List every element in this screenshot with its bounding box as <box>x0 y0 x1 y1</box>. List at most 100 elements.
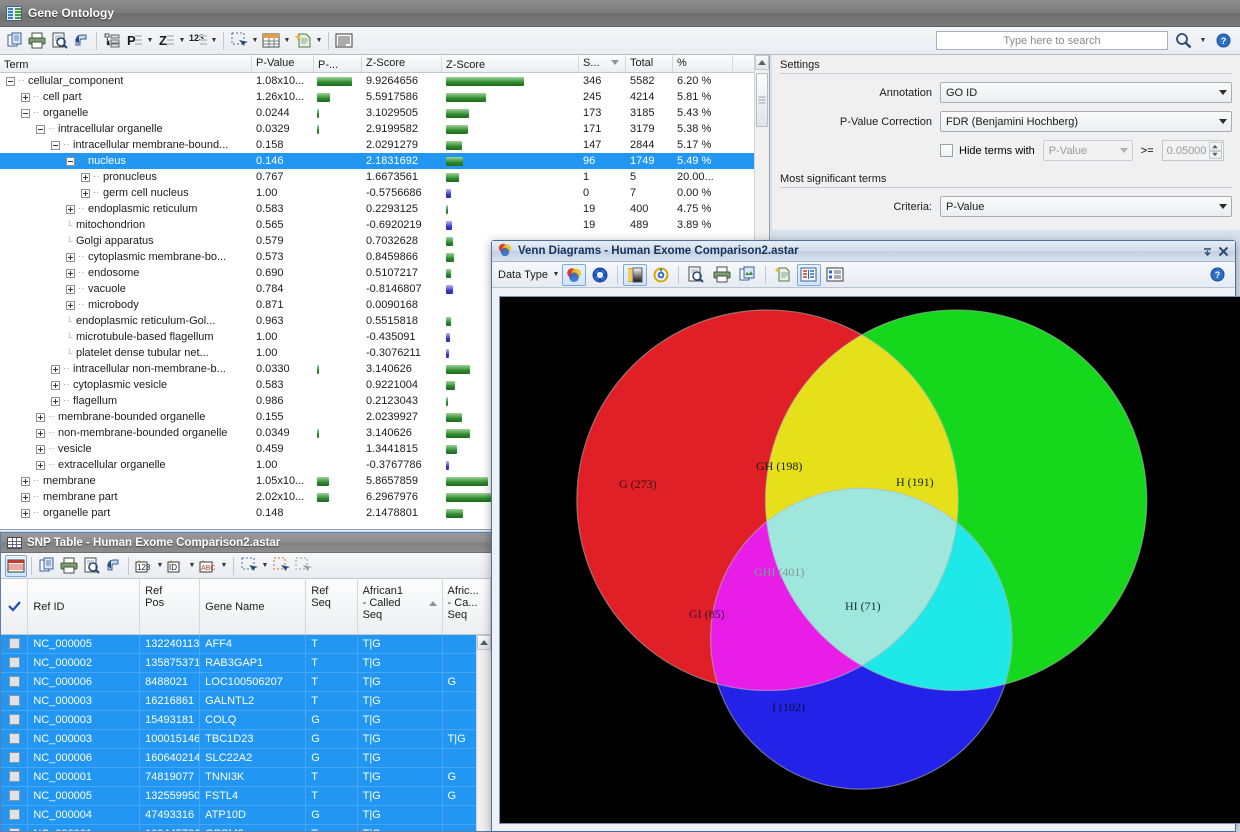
annotation-select[interactable]: GO ID <box>940 82 1232 103</box>
number-sort-icon[interactable]: 123 <box>187 30 209 52</box>
column-header-percent[interactable]: % <box>673 55 733 72</box>
column-header-gene-name[interactable]: Gene Name <box>200 579 307 634</box>
scroll-thumb[interactable] <box>756 73 768 127</box>
select-all-checkbox[interactable] <box>1 579 29 634</box>
row-checkbox[interactable] <box>1 635 29 653</box>
venn-diagram-canvas[interactable]: G (273) GH (198) H (191) GHI (401) GI (8… <box>499 296 1240 824</box>
tree-row[interactable]: ·· intracellular organelle 0.0329 2.9199582… <box>0 121 769 137</box>
tree-row-term[interactable]: ·· microbody <box>0 297 252 313</box>
expand-icon[interactable] <box>81 188 90 198</box>
undo-icon[interactable] <box>70 30 92 52</box>
snp-vertical-scrollbar[interactable] <box>476 635 491 831</box>
tree-row-term[interactable]: ·· pronucleus <box>0 169 252 185</box>
column-header-pvalue-bar[interactable]: P-... <box>314 55 362 72</box>
row-checkbox[interactable] <box>1 711 29 729</box>
list-report-icon[interactable] <box>823 264 847 286</box>
number-filter-icon[interactable]: 123 <box>133 555 155 577</box>
tree-row-term[interactable]: └ endoplasmic reticulum-Gol... <box>0 313 252 329</box>
chevron-down-icon[interactable]: ▼ <box>1198 30 1208 52</box>
new-page-icon[interactable] <box>292 30 314 52</box>
print-icon[interactable] <box>58 555 80 577</box>
tree-row[interactable]: ·· cellular_component 1.08x10... 9.9264656 3… <box>0 73 769 89</box>
expand-icon[interactable] <box>21 476 30 486</box>
print-preview-icon[interactable] <box>48 30 70 52</box>
tree-row-term[interactable]: ·· endoplasmic reticulum <box>0 201 252 217</box>
scroll-up-button[interactable] <box>477 635 491 650</box>
tree-row-term[interactable]: ·· vesicle <box>0 441 252 457</box>
column-header-ref-id[interactable]: Ref ID <box>28 579 141 634</box>
column-header-ref-seq[interactable]: Ref Seq <box>306 579 358 634</box>
tree-row-term[interactable]: ·· cytoplasmic membrane-bo... <box>0 249 252 265</box>
tree-row-term[interactable]: ·· organelle part <box>0 505 252 521</box>
expand-icon[interactable] <box>66 284 75 294</box>
tree-row[interactable]: ·· pronucleus 0.767 1.6673561 1 5 20.00... <box>0 169 769 185</box>
table-row[interactable]: NC_000003 100015146 TBC1D23 G T|G T|G <box>1 730 491 749</box>
tree-row-term[interactable]: ·· non-membrane-bounded organelle <box>0 425 252 441</box>
venn-region-H[interactable]: H (191) <box>896 475 934 490</box>
tree-row-term[interactable]: ·· cytoplasmic vesicle <box>0 377 252 393</box>
pvalue-correction-select[interactable]: FDR (Benjamini Hochberg) <box>940 111 1232 132</box>
expand-icon[interactable] <box>81 172 90 182</box>
tree-row-term[interactable]: ·· nucleus <box>0 153 252 169</box>
table-row[interactable]: NC_000003 15493181 COLQ G T|G <box>1 711 491 730</box>
table-row[interactable]: NC_000005 132240113 AFF4 T T|G <box>1 635 491 654</box>
column-header-term[interactable]: Term <box>0 55 252 72</box>
select-region-icon[interactable] <box>238 555 260 577</box>
column-header-african2[interactable]: Afric... - Ca... Seq <box>443 579 491 634</box>
column-header-selected[interactable]: S... <box>579 55 626 72</box>
column-header-total[interactable]: Total <box>626 55 673 72</box>
chevron-down-icon[interactable]: ▼ <box>209 30 219 52</box>
column-header-ref-pos[interactable]: Ref Pos <box>140 579 201 634</box>
tree-row[interactable]: ·· nucleus 0.146 2.1831692 96 1749 5.49 % <box>0 153 769 169</box>
venn-radial-icon[interactable] <box>588 264 612 286</box>
table-row[interactable]: NC_000002 135875371 RAB3GAP1 T T|G <box>1 654 491 673</box>
table-icon[interactable] <box>260 30 282 52</box>
table-row[interactable]: NC_000005 132559950 FSTL4 T T|G G <box>1 787 491 806</box>
venn-region-G[interactable]: G (273) <box>619 477 657 492</box>
tree-row-term[interactable]: ·· vacuole <box>0 281 252 297</box>
table-view-icon[interactable] <box>5 554 27 577</box>
expand-icon[interactable] <box>51 396 60 406</box>
tree-row[interactable]: ·· cell part 1.26x10... 5.5917586 245 4214 5.8… <box>0 89 769 105</box>
venn-color-icon[interactable] <box>561 263 586 286</box>
expand-icon[interactable] <box>21 492 30 502</box>
tree-sort-icon[interactable] <box>101 30 123 52</box>
text-filter-icon[interactable]: ABC <box>197 555 219 577</box>
tree-row-term[interactable]: ·· extracellular organelle <box>0 457 252 473</box>
tree-row-term[interactable]: ·· membrane-bounded organelle <box>0 409 252 425</box>
z-score-sort-icon[interactable]: Z <box>155 30 177 52</box>
tree-row-term[interactable]: ·· membrane part <box>0 489 252 505</box>
row-checkbox[interactable] <box>1 749 29 767</box>
expand-icon[interactable] <box>21 508 30 518</box>
expand-icon[interactable] <box>36 460 45 470</box>
expand-icon[interactable] <box>66 204 75 214</box>
expand-icon[interactable] <box>66 300 75 310</box>
collapse-icon[interactable] <box>36 124 45 134</box>
chevron-down-icon[interactable]: ▼ <box>177 30 187 52</box>
select-rows-icon[interactable] <box>270 555 292 577</box>
chevron-down-icon[interactable]: ▼ <box>314 30 324 52</box>
expand-icon[interactable] <box>21 92 30 102</box>
tree-row-term[interactable]: ·· endosome <box>0 265 252 281</box>
venn-region-GI[interactable]: GI (85) <box>689 607 725 622</box>
search-input[interactable] <box>936 31 1168 50</box>
tree-row[interactable]: └ mitochondrion 0.565 -0.6920219 19 489 3.89 % <box>0 217 769 233</box>
row-checkbox[interactable] <box>1 730 29 748</box>
venn-region-HI[interactable]: HI (71) <box>845 599 881 614</box>
column-header-zscore-bar[interactable]: Z-Score <box>442 55 579 72</box>
row-checkbox[interactable] <box>1 673 29 691</box>
expand-icon[interactable] <box>36 428 45 438</box>
row-checkbox[interactable] <box>1 654 29 672</box>
venn-region-GHI[interactable]: GHI (401) <box>754 565 804 580</box>
tree-row-term[interactable]: ·· intracellular membrane-bound... <box>0 137 252 153</box>
collapse-icon[interactable] <box>51 140 60 150</box>
gradient-scale-icon[interactable] <box>622 263 647 286</box>
copy-icon[interactable] <box>4 30 26 52</box>
snp-table-rows[interactable]: NC_000005 132240113 AFF4 T T|G NC_000002 13587… <box>1 635 491 831</box>
tree-row[interactable]: ·· intracellular membrane-bound... 0.158 2.… <box>0 137 769 153</box>
chevron-down-icon[interactable]: ▼ <box>551 264 561 286</box>
stepper-buttons[interactable] <box>1208 142 1222 159</box>
tree-row-term[interactable]: └ mitochondrion <box>0 217 252 233</box>
scroll-up-button[interactable] <box>755 55 769 70</box>
expand-icon[interactable] <box>51 380 60 390</box>
